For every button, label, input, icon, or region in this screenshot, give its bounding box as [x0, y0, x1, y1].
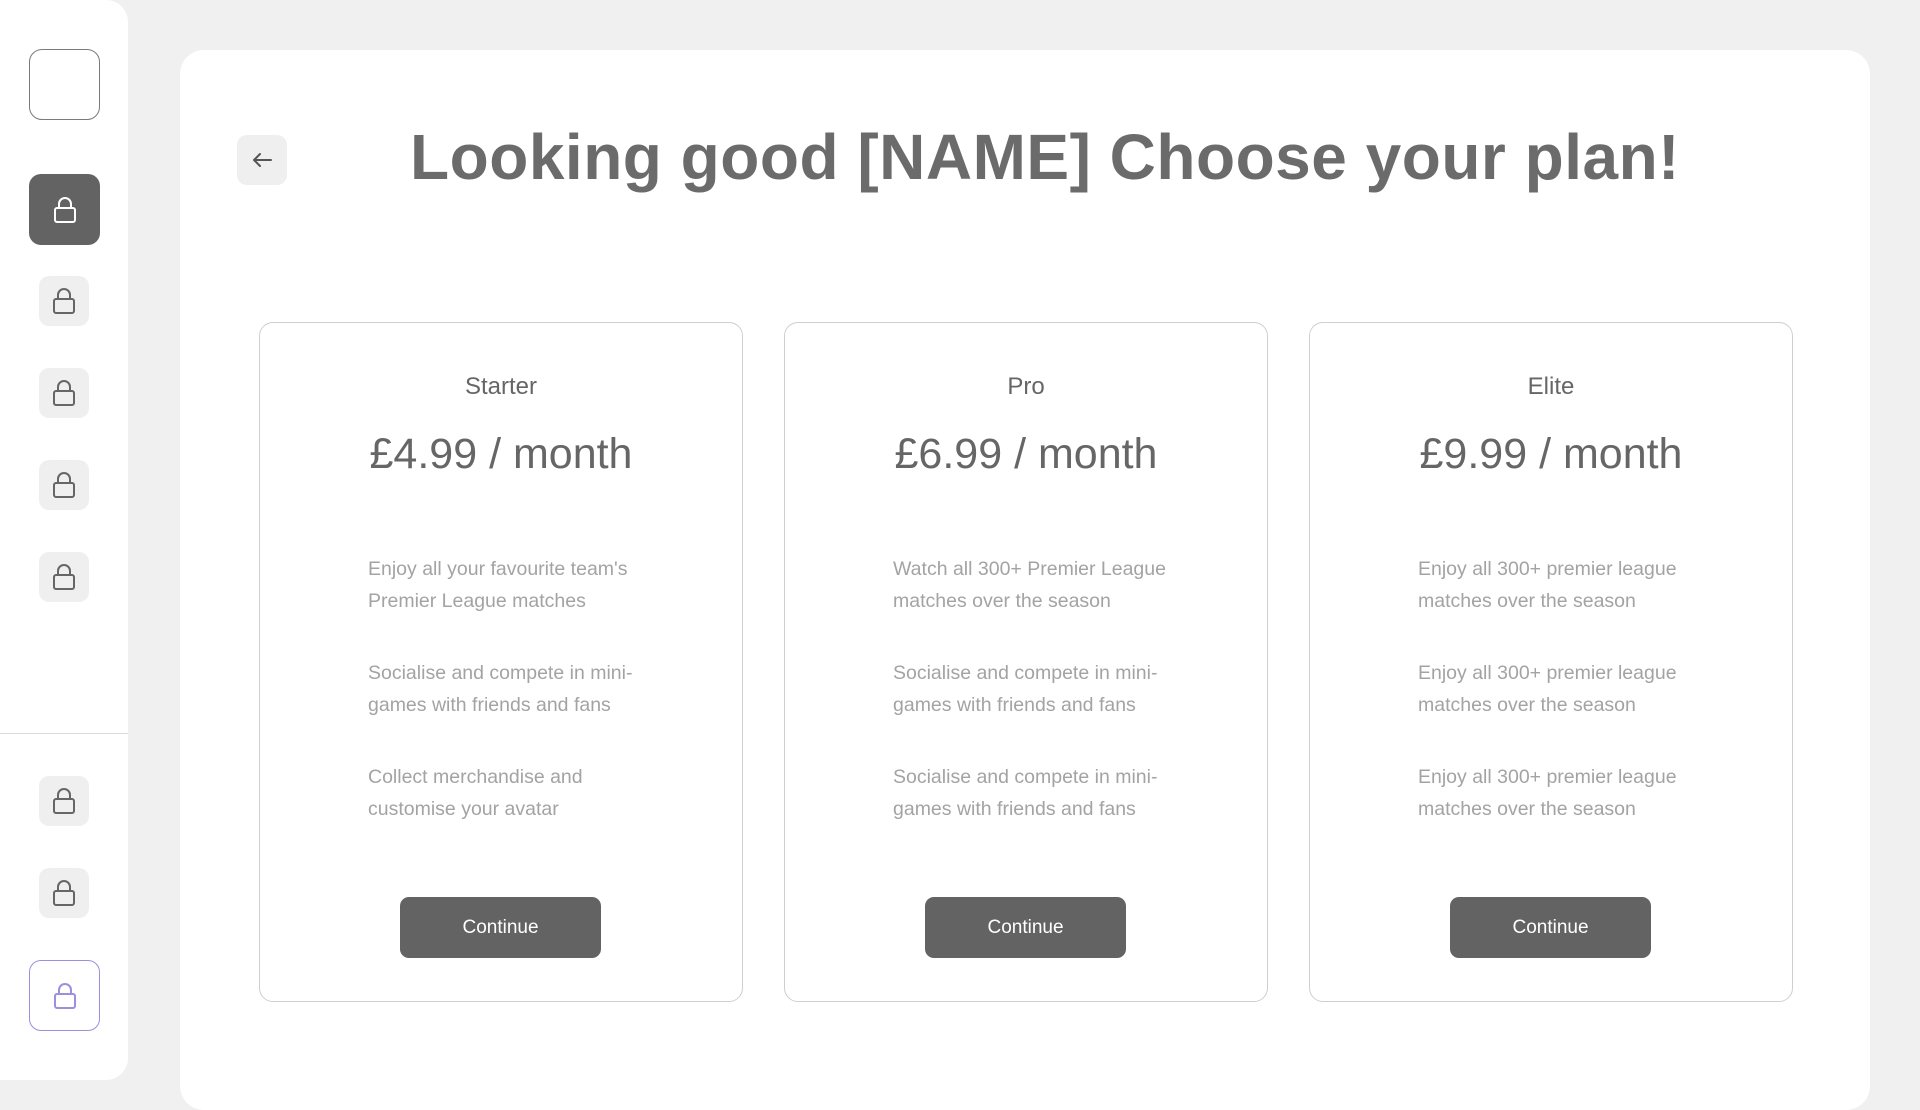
plan-price: £4.99 / month — [369, 430, 633, 478]
plan-price: £9.99 / month — [1419, 430, 1683, 478]
sidebar-item-4[interactable] — [39, 460, 89, 510]
lock-icon — [53, 982, 76, 1009]
plan-card-elite: Elite £9.99 / month Enjoy all 300+ premi… — [1309, 322, 1793, 1002]
feature-item: Enjoy all 300+ premier league matches ov… — [1418, 662, 1677, 716]
lock-icon — [53, 196, 76, 223]
sidebar-item-6[interactable] — [39, 776, 89, 826]
feature-item: Enjoy all 300+ premier league matches ov… — [1418, 558, 1677, 612]
plan-name: Elite — [1527, 373, 1575, 400]
plan-card-starter: Starter £4.99 / month Enjoy all your fav… — [259, 322, 743, 1002]
lock-icon — [53, 564, 75, 590]
feature-list: Enjoy all 300+ premier league matches ov… — [1418, 553, 1718, 865]
sidebar-divider — [0, 733, 128, 734]
feature-list: Watch all 300+ Premier League matches ov… — [893, 553, 1193, 865]
lock-icon — [53, 880, 75, 906]
lock-icon — [53, 288, 75, 314]
feature-item: Socialise and compete in mini-games with… — [893, 766, 1158, 820]
sidebar — [0, 0, 128, 1080]
app-logo-placeholder[interactable] — [29, 49, 100, 120]
feature-item: Enjoy all your favourite team's Premier … — [368, 558, 628, 612]
sidebar-item-8-highlighted[interactable] — [29, 960, 100, 1031]
continue-button-pro[interactable]: Continue — [925, 897, 1126, 958]
feature-item: Collect merchandise and customise your a… — [368, 766, 583, 820]
lock-icon — [53, 380, 75, 406]
plan-name: Pro — [1007, 373, 1045, 400]
feature-item: Socialise and compete in mini-games with… — [368, 662, 633, 716]
sidebar-item-7[interactable] — [39, 868, 89, 918]
plan-price: £6.99 / month — [894, 430, 1158, 478]
sidebar-item-5[interactable] — [39, 552, 89, 602]
plan-name: Starter — [464, 373, 538, 400]
feature-item: Enjoy all 300+ premier league matches ov… — [1418, 766, 1677, 820]
feature-item: Socialise and compete in mini-games with… — [893, 662, 1158, 716]
continue-button-elite[interactable]: Continue — [1450, 897, 1651, 958]
sidebar-item-3[interactable] — [39, 368, 89, 418]
sidebar-item-1-active[interactable] — [29, 174, 100, 245]
feature-item: Watch all 300+ Premier League matches ov… — [893, 558, 1166, 612]
main-panel: Looking good [NAME] Choose your plan! St… — [180, 50, 1870, 1110]
continue-button-starter[interactable]: Continue — [400, 897, 601, 958]
page-title: Looking good [NAME] Choose your plan! — [410, 121, 1680, 193]
lock-icon — [53, 472, 75, 498]
feature-list: Enjoy all your favourite team's Premier … — [368, 553, 668, 865]
plan-card-pro: Pro £6.99 / month Watch all 300+ Premier… — [784, 322, 1268, 1002]
lock-icon — [53, 788, 75, 814]
sidebar-item-2[interactable] — [39, 276, 89, 326]
